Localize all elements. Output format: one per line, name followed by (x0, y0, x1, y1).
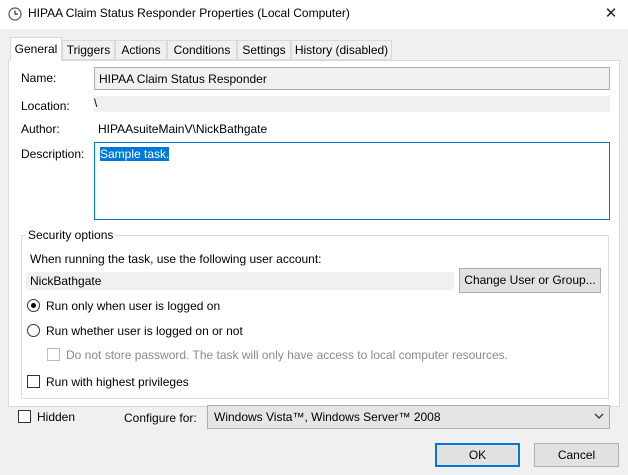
radio-run-whether[interactable] (27, 324, 40, 337)
ok-button[interactable]: OK (435, 443, 520, 467)
location-label: Location: (21, 99, 70, 113)
description-text: Sample task. (100, 147, 170, 161)
description-label: Description: (21, 147, 85, 161)
tab-triggers[interactable]: Triggers (62, 40, 115, 60)
radio-run-logged-on-label: Run only when user is logged on (46, 299, 221, 313)
cancel-button[interactable]: Cancel (534, 443, 619, 467)
description-textarea[interactable]: Sample task. (94, 142, 610, 220)
hidden-label: Hidden (37, 410, 76, 424)
radio-selected-dot (31, 303, 36, 308)
configure-for-value: Windows Vista™, Windows Server™ 2008 (214, 410, 441, 424)
configure-for-select[interactable]: Windows Vista™, Windows Server™ 2008 (207, 405, 610, 429)
highest-privileges-label: Run with highest privileges (46, 375, 189, 389)
radio-run-whether-label: Run whether user is logged on or not (46, 324, 243, 338)
security-options-title: Security options (26, 228, 116, 242)
tab-history[interactable]: History (disabled) (291, 40, 392, 60)
title-bar: HIPAA Claim Status Responder Properties … (0, 0, 628, 29)
tab-conditions[interactable]: Conditions (167, 40, 237, 60)
user-account-field: NickBathgate (26, 272, 454, 290)
account-prompt: When running the task, use the following… (30, 252, 322, 266)
highest-privileges-checkbox[interactable] (27, 375, 40, 388)
close-icon: ✕ (604, 5, 618, 22)
no-store-password-label: Do not store password. The task will onl… (66, 348, 508, 362)
change-user-button[interactable]: Change User or Group... (459, 268, 601, 293)
location-value: \ (94, 96, 98, 110)
close-button[interactable]: ✕ (600, 4, 622, 24)
radio-run-logged-on[interactable] (27, 299, 40, 312)
name-label: Name: (21, 71, 57, 85)
hidden-checkbox[interactable] (18, 410, 31, 423)
name-field[interactable]: HIPAA Claim Status Responder (94, 67, 610, 90)
chevron-down-icon (594, 413, 604, 419)
clock-icon (8, 7, 22, 21)
tab-general[interactable]: General (10, 37, 62, 61)
window-title: HIPAA Claim Status Responder Properties … (28, 6, 350, 20)
author-value: HIPAAsuiteMainV\NickBathgate (98, 122, 268, 136)
no-store-password-checkbox[interactable] (47, 348, 60, 361)
tab-settings[interactable]: Settings (237, 40, 291, 60)
tab-actions[interactable]: Actions (115, 40, 167, 60)
configure-label: Configure for: (124, 411, 197, 425)
location-field: \ (94, 96, 610, 112)
author-label: Author: (21, 122, 60, 136)
